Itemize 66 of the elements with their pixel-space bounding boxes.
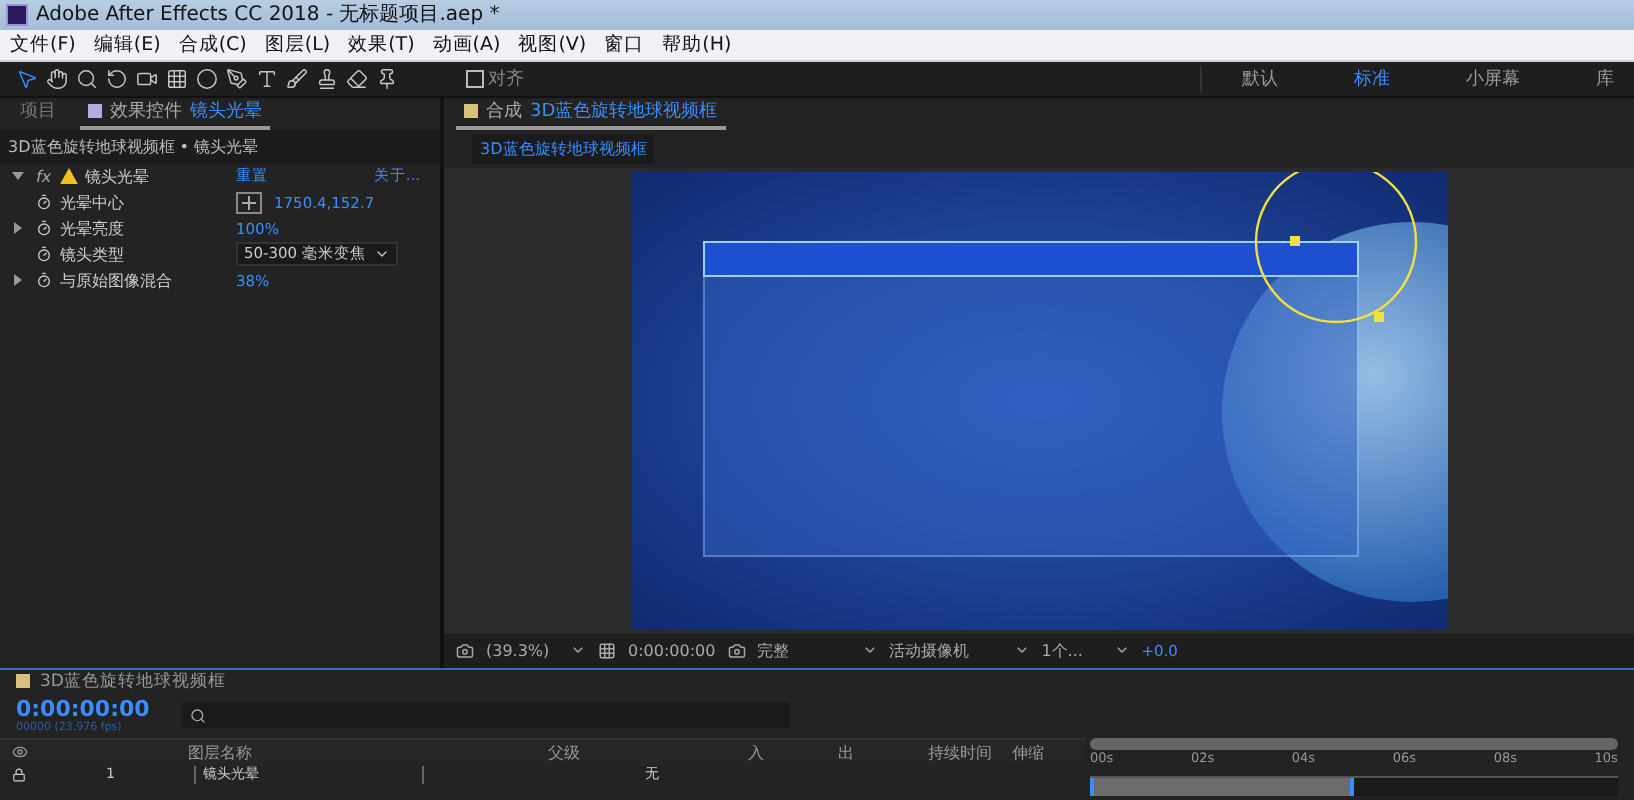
menu-item[interactable]: 视图(V) (518, 31, 587, 58)
stamp-tool-icon[interactable] (316, 67, 338, 90)
timeline-tab[interactable]: 3D蓝色旋转地球视频框 (40, 669, 226, 694)
workspace-tab[interactable]: 库 (1596, 65, 1614, 92)
workspace-tab[interactable]: 小屏幕 (1466, 65, 1520, 92)
menu-item[interactable]: 合成(C) (178, 31, 247, 58)
menu-item[interactable]: 编辑(E) (93, 31, 161, 58)
property-name: 光晕中心 (60, 191, 124, 214)
brush-tool-icon[interactable] (286, 67, 308, 90)
panel-tab[interactable]: 项目 (12, 97, 64, 130)
crosshair-button[interactable] (236, 191, 262, 214)
lock-icon[interactable] (12, 767, 26, 782)
grid-icon[interactable] (598, 641, 616, 660)
crosshair-icon (242, 195, 256, 210)
pen-tool-icon[interactable] (226, 67, 248, 90)
stopwatch-icon[interactable] (36, 246, 52, 263)
resolution-dropdown[interactable]: 完整 (757, 639, 878, 662)
current-time[interactable]: 0:00:00:00 (16, 696, 150, 723)
menu-item[interactable]: 帮助(H) (662, 31, 732, 58)
expand-arrow-icon[interactable] (12, 222, 24, 235)
expand-arrow-icon[interactable] (12, 170, 24, 183)
workspace-tab[interactable]: 默认 (1242, 65, 1278, 92)
property-name: 镜头类型 (60, 243, 124, 266)
pin-tool-icon[interactable] (376, 67, 398, 90)
ellipse-tool-icon[interactable] (196, 67, 218, 90)
effect-name: 镜头光晕 (85, 165, 150, 188)
menu-item[interactable]: 动画(A) (432, 31, 501, 58)
menu-item[interactable]: 窗口 (604, 31, 645, 58)
column-header: 图层名称 父级 入 出 持续时间 伸缩 (0, 737, 1086, 766)
label-color-swatch (88, 104, 102, 119)
zoom-dropdown[interactable]: (39.3%) (486, 641, 586, 660)
app-icon (6, 3, 28, 26)
time-navigator[interactable] (1090, 737, 1618, 750)
search-icon (189, 707, 206, 724)
label-color-swatch (16, 674, 30, 689)
property-name: 与原始图像混合 (60, 269, 172, 292)
current-time[interactable]: 0:00:00:00 (628, 641, 716, 660)
fx-label: fx (36, 167, 52, 186)
hand-tool-icon[interactable] (46, 67, 68, 90)
stopwatch-icon[interactable] (36, 220, 52, 237)
property-name: 光晕亮度 (60, 217, 124, 240)
search-field[interactable] (181, 702, 790, 729)
menu-item[interactable]: 效果(T) (348, 31, 415, 58)
warning-icon (59, 168, 78, 185)
visibility-icon (12, 744, 28, 761)
selection-tool-icon[interactable] (16, 67, 38, 90)
menu-item[interactable]: 文件(F) (10, 31, 76, 58)
camera-dropdown[interactable]: 活动摄像机 (889, 639, 1030, 662)
window-title: Adobe After Effects CC 2018 - 无标题项目.aep * (36, 1, 500, 29)
breadcrumb: 3D蓝色旋转地球视频框 • 镜头光晕 (0, 129, 440, 164)
label-color-swatch (464, 104, 478, 119)
stopwatch-icon[interactable] (36, 194, 52, 211)
type-tool-icon[interactable] (256, 67, 278, 90)
eraser-tool-icon[interactable] (346, 67, 368, 90)
stopwatch-icon[interactable] (36, 272, 52, 289)
rotate-tool-icon[interactable] (106, 67, 128, 90)
snapshot-icon[interactable] (727, 641, 746, 660)
workspace-tab[interactable]: 标准 (1354, 65, 1390, 92)
camera-tool-icon[interactable] (136, 67, 158, 90)
expand-arrow-icon[interactable] (12, 274, 24, 287)
composition-subtab[interactable]: 3D蓝色旋转地球视频框 (472, 133, 655, 164)
zoom-tool-icon[interactable] (76, 67, 98, 90)
menu-item[interactable]: 图层(L) (264, 31, 331, 58)
snap-checkbox[interactable]: 对齐 (466, 65, 524, 92)
views-dropdown[interactable]: 1个... (1041, 639, 1130, 662)
composition-tab[interactable]: 合成 3D蓝色旋转地球视频框 (456, 97, 726, 130)
